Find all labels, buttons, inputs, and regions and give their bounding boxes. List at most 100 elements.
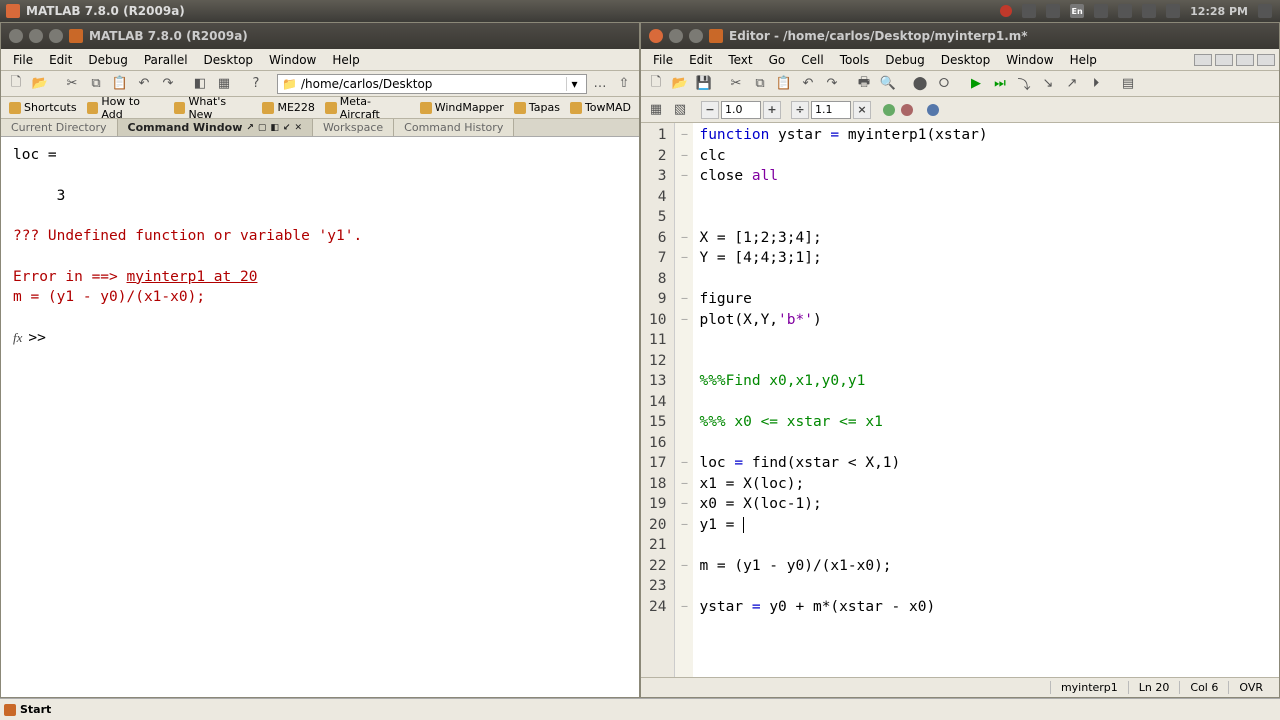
continue-icon[interactable]: ⏵ <box>1085 73 1107 95</box>
shortcut-me228[interactable]: ME228 <box>258 101 318 114</box>
stack-icon[interactable]: ▤ <box>1117 73 1139 95</box>
menu-desktop[interactable]: Desktop <box>196 51 262 69</box>
clear-breakpoint-icon[interactable]: ⭘ <box>933 73 955 95</box>
redo-icon[interactable]: ↷ <box>821 73 843 95</box>
simulink-icon[interactable]: ◧ <box>189 73 211 95</box>
shortcut-tapas[interactable]: Tapas <box>510 101 564 114</box>
tab-workspace[interactable]: Workspace <box>313 119 394 136</box>
tab-control-icon[interactable]: ✕ <box>294 123 302 133</box>
tab-control-icon[interactable]: ◧ <box>270 123 279 133</box>
open-icon[interactable]: 📂 <box>669 73 691 95</box>
network-icon[interactable] <box>1046 4 1060 18</box>
code-line[interactable]: %%%Find x0,x1,y0,y1 <box>699 371 1273 392</box>
start-button[interactable]: Start <box>4 703 51 716</box>
decrement-button[interactable]: − <box>701 101 719 119</box>
code-line[interactable]: X = [1;2;3;4]; <box>699 228 1273 249</box>
shortcut-towmad[interactable]: TowMAD <box>566 101 635 114</box>
breakpoint-gutter[interactable]: ––––––––––––– <box>675 123 693 677</box>
volume-icon[interactable] <box>1166 4 1180 18</box>
shortcut-meta-aircraft[interactable]: Meta-Aircraft <box>321 95 414 121</box>
mail-icon[interactable] <box>1118 4 1132 18</box>
menu-edit[interactable]: Edit <box>681 51 720 69</box>
code-line[interactable]: clc <box>699 146 1273 167</box>
code-line[interactable]: x1 = X(loc); <box>699 474 1273 495</box>
keyboard-icon[interactable]: En <box>1070 4 1084 18</box>
shutdown-icon[interactable] <box>1258 4 1272 18</box>
code-line[interactable] <box>699 535 1273 556</box>
bluetooth-icon[interactable] <box>1094 4 1108 18</box>
cell-eval-icon[interactable]: ▦ <box>645 99 667 121</box>
maximize-button[interactable] <box>49 29 63 43</box>
menu-parallel[interactable]: Parallel <box>136 51 196 69</box>
shortcut-shortcuts[interactable]: Shortcuts <box>5 101 81 114</box>
divide-button[interactable]: ÷ <box>791 101 809 119</box>
paste-icon[interactable]: 📋 <box>773 73 795 95</box>
shortcut-windmapper[interactable]: WindMapper <box>416 101 508 114</box>
code-mark[interactable]: – <box>675 453 693 474</box>
set-breakpoint-icon[interactable]: ⬤ <box>909 73 931 95</box>
cut-icon[interactable]: ✂ <box>725 73 747 95</box>
tab-control-icon[interactable]: ▢ <box>258 123 267 133</box>
code-mark[interactable] <box>675 371 693 392</box>
code-line[interactable]: figure <box>699 289 1273 310</box>
menu-help[interactable]: Help <box>1062 51 1105 69</box>
code-line[interactable] <box>699 330 1273 351</box>
multiply-button[interactable]: × <box>853 101 871 119</box>
menu-window[interactable]: Window <box>998 51 1061 69</box>
command-prompt[interactable]: >> <box>28 328 54 348</box>
code-mark[interactable] <box>675 535 693 556</box>
undo-icon[interactable]: ↶ <box>797 73 819 95</box>
code-line[interactable]: ystar = y0 + m*(xstar - x0) <box>699 597 1273 618</box>
code-mark[interactable] <box>675 576 693 597</box>
tab-command-history[interactable]: Command History <box>394 119 514 136</box>
info-icon[interactable] <box>927 104 939 116</box>
code-mark[interactable]: – <box>675 248 693 269</box>
code-editor[interactable]: 123456789101112131415161718192021222324 … <box>641 123 1279 677</box>
maximize-icon[interactable] <box>1236 54 1254 66</box>
step-in-icon[interactable]: ↘ <box>1037 73 1059 95</box>
lint-ok-icon[interactable] <box>883 104 895 116</box>
code-line[interactable]: m = (y1 - y0)/(x1-x0); <box>699 556 1273 577</box>
minimize-button[interactable] <box>29 29 43 43</box>
code-mark[interactable]: – <box>675 515 693 536</box>
code-line[interactable]: y1 = <box>699 515 1273 536</box>
minimize-icon[interactable] <box>1215 54 1233 66</box>
code-line[interactable] <box>699 187 1273 208</box>
close-icon[interactable] <box>1257 54 1275 66</box>
tab-command-window[interactable]: Command Window↗▢◧↙✕ <box>118 119 314 136</box>
paste-icon[interactable]: 📋 <box>109 73 131 95</box>
code-line[interactable]: loc = find(xstar < X,1) <box>699 453 1273 474</box>
menu-text[interactable]: Text <box>720 51 760 69</box>
code-line[interactable] <box>699 351 1273 372</box>
code-mark[interactable] <box>675 269 693 290</box>
menu-cell[interactable]: Cell <box>793 51 831 69</box>
window-titlebar[interactable]: Editor - /home/carlos/Desktop/myinterp1.… <box>641 23 1279 49</box>
code-line[interactable]: %%% x0 <= xstar <= x1 <box>699 412 1273 433</box>
step-out-icon[interactable]: ↗ <box>1061 73 1083 95</box>
code-mark[interactable] <box>675 330 693 351</box>
path-dropdown-icon[interactable]: ▾ <box>566 77 582 91</box>
menu-tools[interactable]: Tools <box>832 51 878 69</box>
code-mark[interactable] <box>675 412 693 433</box>
code-area[interactable]: function ystar = myinterp1(xstar)clcclos… <box>693 123 1279 677</box>
code-mark[interactable] <box>675 207 693 228</box>
code-mark[interactable] <box>675 433 693 454</box>
close-button[interactable] <box>649 29 663 43</box>
copy-icon[interactable]: ⧉ <box>85 73 107 95</box>
window-titlebar[interactable]: MATLAB 7.8.0 (R2009a) <box>1 23 639 49</box>
code-mark[interactable]: – <box>675 228 693 249</box>
maximize-button[interactable] <box>689 29 703 43</box>
shortcut-how-to-add[interactable]: How to Add <box>83 95 168 121</box>
code-line[interactable]: x0 = X(loc-1); <box>699 494 1273 515</box>
save-icon[interactable]: 💾 <box>693 73 715 95</box>
step-icon[interactable]: ⤵ <box>1013 73 1035 95</box>
code-line[interactable] <box>699 433 1273 454</box>
cut-icon[interactable]: ✂ <box>61 73 83 95</box>
code-mark[interactable]: – <box>675 310 693 331</box>
tab-current-directory[interactable]: Current Directory <box>1 119 118 136</box>
code-mark[interactable] <box>675 392 693 413</box>
increment-button[interactable]: + <box>763 101 781 119</box>
dropbox-icon[interactable] <box>1022 4 1036 18</box>
code-line[interactable] <box>699 576 1273 597</box>
open-icon[interactable]: 📂 <box>29 73 51 95</box>
